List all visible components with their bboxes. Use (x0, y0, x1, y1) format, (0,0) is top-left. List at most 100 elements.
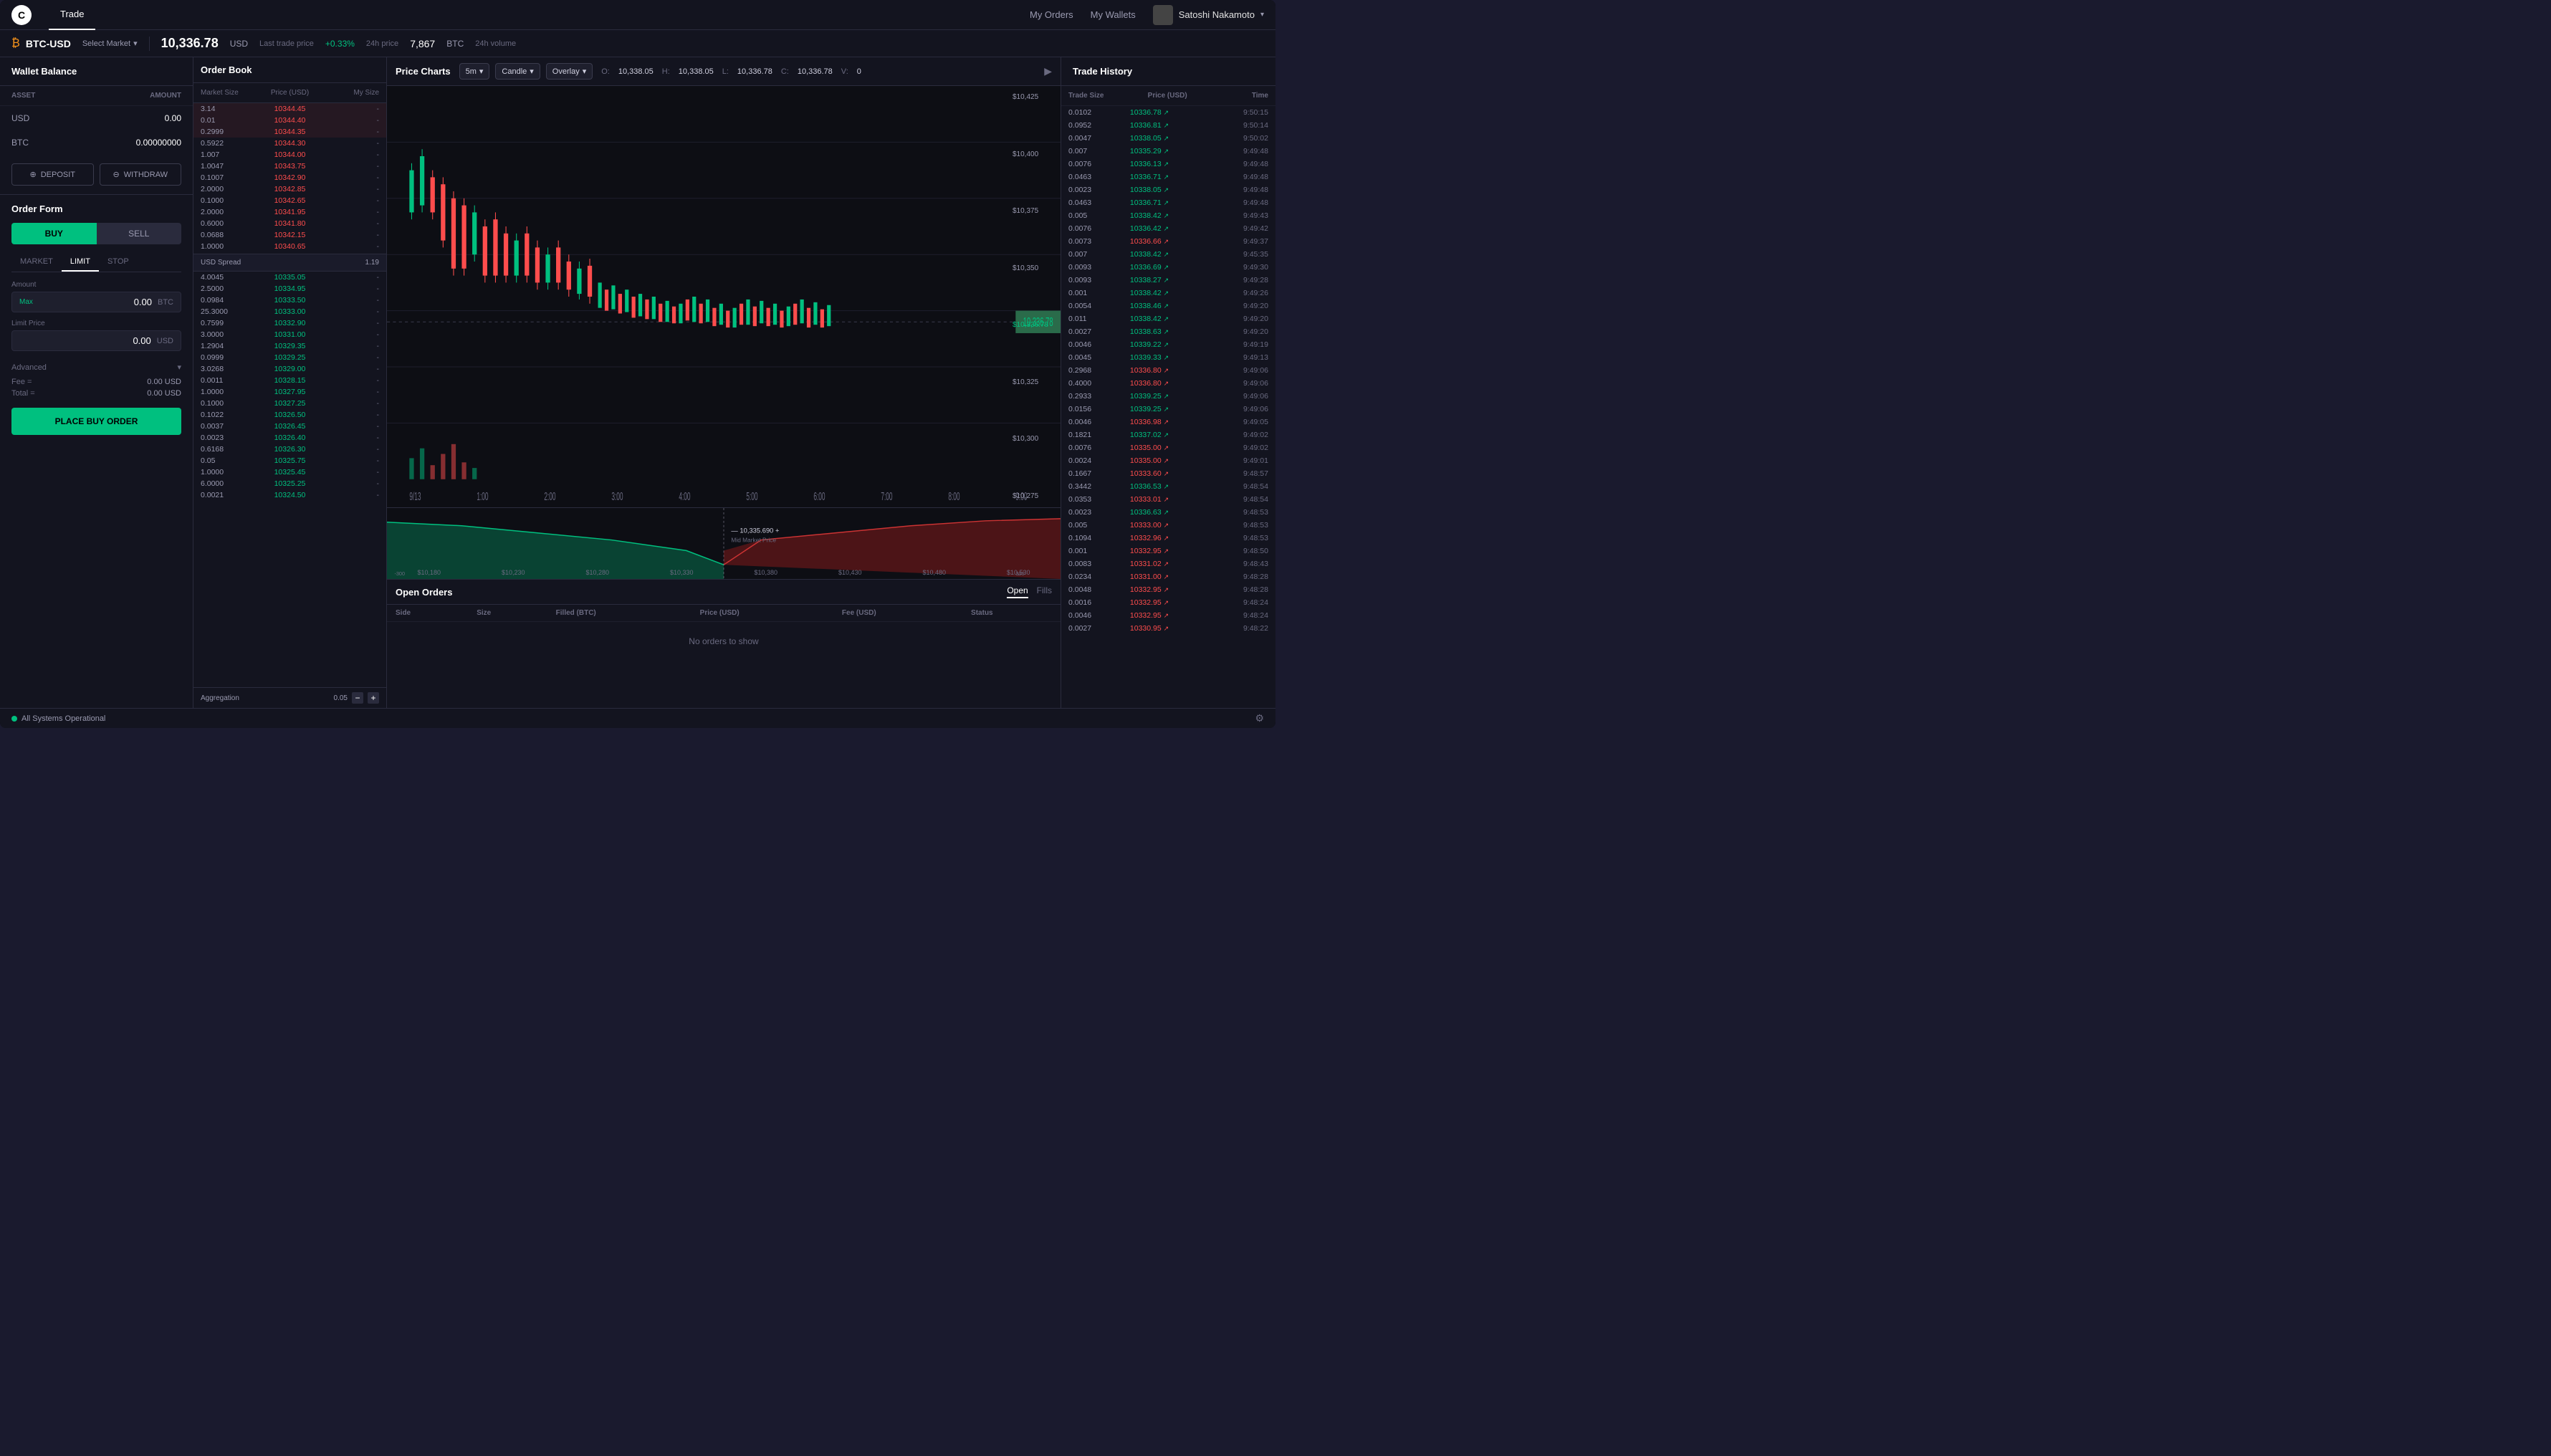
tab-fills[interactable]: Fills (1037, 585, 1052, 598)
ask-row[interactable]: 0.600010341.80- (193, 218, 386, 229)
down-icon: ↗ (1164, 560, 1169, 567)
trade-time: 9:48:22 (1210, 622, 1276, 635)
trade-price: 10338.63 ↗ (1123, 325, 1210, 338)
ask-row[interactable]: 1.000010340.65- (193, 241, 386, 252)
bid-row[interactable]: 4.004510335.05- (193, 272, 386, 283)
trade-row: 0.0023 10338.05 ↗ 9:49:48 (1061, 183, 1276, 196)
bid-my-size: - (320, 411, 379, 419)
advanced-toggle[interactable]: Advanced ▾ (11, 358, 181, 376)
bid-row[interactable]: 0.098410333.50- (193, 294, 386, 306)
app-logo[interactable]: C (11, 5, 32, 25)
up-icon: ↗ (1164, 225, 1169, 232)
ask-row[interactable]: 0.759910340.35- (193, 252, 386, 254)
trade-size: 0.0952 (1061, 119, 1123, 132)
bid-row[interactable]: 0.003710326.45- (193, 421, 386, 432)
trade-row: 0.0045 10339.33 ↗ 9:49:13 (1061, 351, 1276, 364)
bid-row[interactable]: 6.000010325.25- (193, 478, 386, 489)
trade-price: 10338.05 ↗ (1123, 132, 1210, 145)
ask-row[interactable]: 0.0110344.40- (193, 115, 386, 126)
bid-row[interactable]: 0.001110328.15- (193, 375, 386, 386)
decrease-aggregation-button[interactable]: − (352, 692, 363, 704)
trade-row: 0.0027 10338.63 ↗ 9:49:20 (1061, 325, 1276, 338)
ask-row[interactable]: 0.299910344.35- (193, 126, 386, 138)
my-orders-link[interactable]: My Orders (1030, 9, 1073, 20)
overlay-dropdown[interactable]: Overlay ▾ (546, 63, 593, 80)
open-orders-panel: Open Orders Open Fills SideSizeFilled (B… (387, 579, 1061, 708)
tab-stop[interactable]: STOP (99, 253, 138, 272)
ask-price: 10342.90 (260, 173, 320, 182)
max-link[interactable]: Max (19, 298, 33, 306)
bid-row[interactable]: 1.000010325.45- (193, 466, 386, 478)
trade-size: 0.0076 (1061, 222, 1123, 235)
ask-row[interactable]: 1.00710344.00- (193, 149, 386, 161)
settings-icon[interactable]: ⚙ (1255, 712, 1264, 724)
my-wallets-link[interactable]: My Wallets (1091, 9, 1136, 20)
chevron-down-icon: ▾ (177, 363, 181, 372)
tab-open[interactable]: Open (1007, 585, 1028, 598)
trade-row: 0.0046 10332.95 ↗ 9:48:24 (1061, 609, 1276, 622)
wallet-row: USD0.00 (0, 106, 193, 131)
bid-row[interactable]: 1.000010327.95- (193, 386, 386, 398)
amount-input[interactable] (39, 297, 152, 307)
trade-price: 10330.95 ↗ (1123, 622, 1210, 635)
timeframe-dropdown[interactable]: 5m ▾ (459, 63, 490, 80)
order-book-panel: Order Book Market Size Price (USD) My Si… (193, 57, 387, 708)
bid-row[interactable]: 3.000010331.00- (193, 329, 386, 340)
bid-row[interactable]: 0.616810326.30- (193, 444, 386, 455)
ask-row[interactable]: 2.000010341.95- (193, 206, 386, 218)
nav-tab-trade[interactable]: Trade (49, 0, 95, 30)
ohlcv-h: 10,338.05 (679, 67, 714, 76)
bid-price: 10331.00 (260, 330, 320, 339)
volume-label: 24h volume (475, 39, 516, 48)
user-section[interactable]: Satoshi Nakamoto ▾ (1153, 5, 1264, 25)
ask-my-size: - (320, 173, 379, 182)
bid-row[interactable]: 2.500010334.95- (193, 283, 386, 294)
ask-row[interactable]: 0.592210344.30- (193, 138, 386, 149)
trade-time: 9:48:53 (1210, 532, 1276, 545)
oo-col-header: Price (USD) (691, 605, 833, 622)
limit-price-input[interactable] (19, 335, 151, 346)
bid-size: 0.0984 (201, 296, 260, 305)
bid-row[interactable]: 0.002310326.40- (193, 432, 386, 444)
tab-limit[interactable]: LIMIT (62, 253, 99, 272)
ask-size: 0.1007 (201, 173, 260, 182)
ask-row[interactable]: 1.004710343.75- (193, 161, 386, 172)
bid-row[interactable]: 0.759910332.90- (193, 317, 386, 329)
chart-expand-icon[interactable]: ▶ (1044, 65, 1052, 77)
bid-size: 1.0000 (201, 388, 260, 396)
ask-row[interactable]: 0.100010342.65- (193, 195, 386, 206)
trade-size: 0.0027 (1061, 622, 1123, 635)
increase-aggregation-button[interactable]: + (368, 692, 379, 704)
bid-row[interactable]: 0.002110324.50- (193, 489, 386, 501)
chart-type-dropdown[interactable]: Candle ▾ (495, 63, 540, 80)
bid-row[interactable]: 0.102210326.50- (193, 409, 386, 421)
trade-size: 0.0234 (1061, 570, 1123, 583)
place-order-button[interactable]: PLACE BUY ORDER (11, 408, 181, 435)
withdraw-button[interactable]: ⊖ WITHDRAW (100, 163, 182, 186)
ask-row[interactable]: 3.1410344.45- (193, 103, 386, 115)
trade-size: 0.0046 (1061, 338, 1123, 351)
sell-button[interactable]: SELL (97, 223, 182, 244)
bid-row[interactable]: 0.0510325.75- (193, 455, 386, 466)
ask-row[interactable]: 0.068810342.15- (193, 229, 386, 241)
trade-row: 0.0046 10339.22 ↗ 9:49:19 (1061, 338, 1276, 351)
trade-time: 9:49:20 (1210, 312, 1276, 325)
bid-row[interactable]: 0.099910329.25- (193, 352, 386, 363)
wallet-row: BTC0.00000000 (0, 130, 193, 155)
oo-header: Open Orders Open Fills (387, 580, 1061, 605)
bid-row[interactable]: 25.300010333.00- (193, 306, 386, 317)
select-market-dropdown[interactable]: Select Market ▾ (82, 39, 138, 48)
trade-row: 0.1094 10332.96 ↗ 9:48:53 (1061, 532, 1276, 545)
ask-row[interactable]: 0.100710342.90- (193, 172, 386, 183)
ask-size: 0.2999 (201, 128, 260, 136)
ask-row[interactable]: 2.000010342.85- (193, 183, 386, 195)
bid-row[interactable]: 1.290410329.35- (193, 340, 386, 352)
bid-row[interactable]: 3.026810329.00- (193, 363, 386, 375)
bid-row[interactable]: 0.100010327.25- (193, 398, 386, 409)
down-icon: ↗ (1164, 625, 1169, 632)
up-icon: ↗ (1164, 122, 1169, 129)
buy-button[interactable]: BUY (11, 223, 97, 244)
ask-my-size: - (320, 162, 379, 171)
deposit-button[interactable]: ⊕ DEPOSIT (11, 163, 94, 186)
tab-market[interactable]: MARKET (11, 253, 62, 272)
